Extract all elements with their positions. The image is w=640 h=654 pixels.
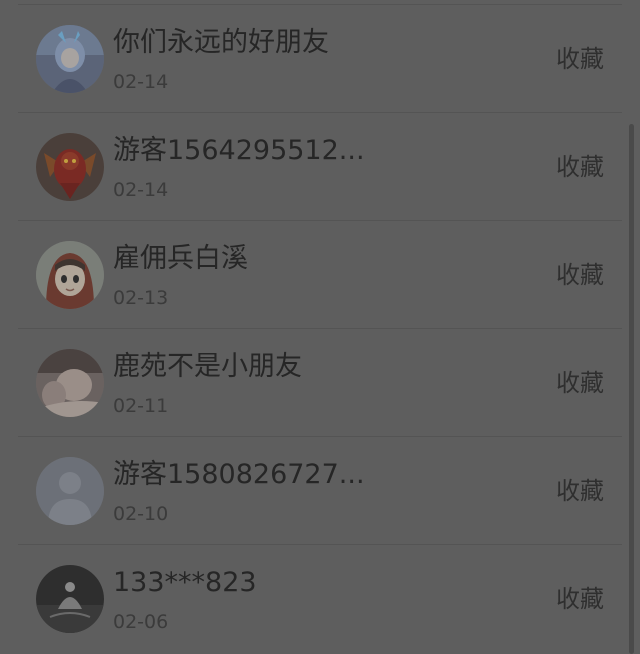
avatar[interactable] — [36, 241, 104, 309]
user-name: 鹿苑不是小朋友 — [113, 351, 302, 382]
list-item[interactable]: 游客1564295512... 02-14 收藏 — [0, 113, 640, 221]
hooded-girl-avatar-icon — [36, 241, 104, 309]
list-item[interactable]: 鹿苑不是小朋友 02-11 收藏 — [0, 329, 640, 437]
photo-avatar-icon — [36, 349, 104, 417]
avatar[interactable] — [36, 133, 104, 201]
collect-button[interactable]: 收藏 — [556, 583, 604, 615]
list-item[interactable]: 雇佣兵白溪 02-13 收藏 — [0, 221, 640, 329]
user-name: 游客1564295512... — [113, 135, 365, 166]
avatar[interactable] — [36, 457, 104, 525]
item-date: 02-13 — [113, 287, 169, 309]
user-name: 你们永远的好朋友 — [113, 27, 329, 58]
scrollbar[interactable] — [629, 124, 634, 654]
list-item[interactable]: 133***823 02-06 收藏 — [0, 545, 640, 653]
item-date: 02-14 — [113, 71, 169, 93]
user-name: 雇佣兵白溪 — [113, 243, 248, 274]
list-item[interactable]: 游客1580826727... 02-10 收藏 — [0, 437, 640, 545]
collect-button[interactable]: 收藏 — [556, 367, 604, 399]
user-name: 游客1580826727... — [113, 459, 365, 490]
collect-button[interactable]: 收藏 — [556, 43, 604, 75]
list-item[interactable]: 你们永远的好朋友 02-14 收藏 — [0, 5, 640, 113]
item-date: 02-14 — [113, 179, 169, 201]
item-date: 02-11 — [113, 395, 169, 417]
user-name: 133***823 — [113, 567, 257, 598]
anime-girl-avatar-icon — [36, 25, 104, 93]
avatar[interactable] — [36, 349, 104, 417]
red-armor-avatar-icon — [36, 133, 104, 201]
avatar[interactable] — [36, 25, 104, 93]
collect-button[interactable]: 收藏 — [556, 475, 604, 507]
avatar[interactable] — [36, 565, 104, 633]
item-date: 02-10 — [113, 503, 169, 525]
user-list: 你们永远的好朋友 02-14 收藏 游客1564295512... 02-14 … — [0, 0, 640, 654]
dark-photo-avatar-icon — [36, 565, 104, 633]
default-user-avatar-icon — [36, 457, 104, 525]
collect-button[interactable]: 收藏 — [556, 151, 604, 183]
item-date: 02-06 — [113, 611, 169, 633]
collect-button[interactable]: 收藏 — [556, 259, 604, 291]
